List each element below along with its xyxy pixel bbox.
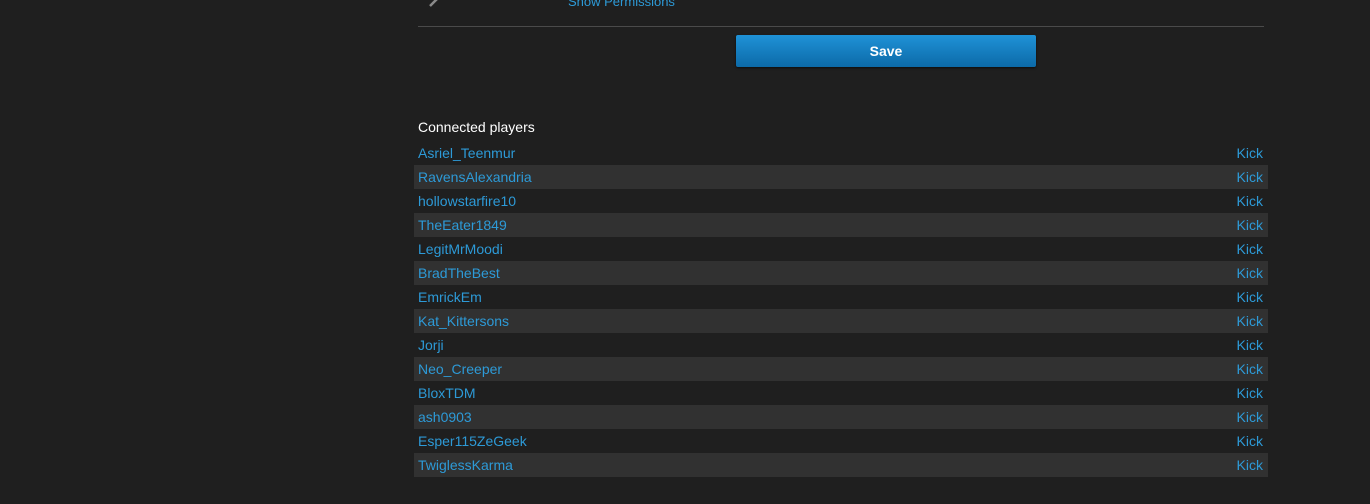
kick-player-link[interactable]: Kick [1237, 189, 1263, 213]
player-name-link[interactable]: ash0903 [418, 405, 472, 429]
player-row: TheEater1849 Kick [414, 213, 1268, 237]
kick-player-link[interactable]: Kick [1237, 333, 1263, 357]
player-row: LegitMrMoodi Kick [414, 237, 1268, 261]
player-name-link[interactable]: Esper115ZeGeek [418, 429, 527, 453]
player-name-link[interactable]: Kat_Kittersons [418, 309, 509, 333]
kick-player-link[interactable]: Kick [1237, 237, 1263, 261]
kick-player-link[interactable]: Kick [1237, 381, 1263, 405]
player-name-link[interactable]: BloxTDM [418, 381, 476, 405]
player-name-link[interactable]: Asriel_Teenmur [418, 141, 515, 165]
kick-player-link[interactable]: Kick [1237, 141, 1263, 165]
player-row: Jorji Kick [414, 333, 1268, 357]
player-name-link[interactable]: BradTheBest [418, 261, 500, 285]
player-row: hollowstarfire10 Kick [414, 189, 1268, 213]
chevron-right-icon[interactable] [426, 0, 440, 8]
player-name-link[interactable]: Neo_Creeper [418, 357, 502, 381]
player-name-link[interactable]: LegitMrMoodi [418, 237, 503, 261]
save-button[interactable]: Save [736, 35, 1036, 67]
divider [418, 26, 1264, 27]
player-name-link[interactable]: TheEater1849 [418, 213, 507, 237]
player-name-link[interactable]: TwiglessKarma [418, 453, 513, 477]
kick-player-link[interactable]: Kick [1237, 309, 1263, 333]
player-row: TwiglessKarma Kick [414, 453, 1268, 477]
player-row: BradTheBest Kick [414, 261, 1268, 285]
show-permissions-link[interactable]: Show Permissions [568, 0, 675, 13]
player-row: Esper115ZeGeek Kick [414, 429, 1268, 453]
kick-player-link[interactable]: Kick [1237, 285, 1263, 309]
player-name-link[interactable]: Jorji [418, 333, 444, 357]
player-row: Kat_Kittersons Kick [414, 309, 1268, 333]
kick-player-link[interactable]: Kick [1237, 405, 1263, 429]
player-row: Neo_Creeper Kick [414, 357, 1268, 381]
connected-players-title: Connected players [418, 119, 535, 135]
connected-players-list: Asriel_Teenmur Kick RavensAlexandria Kick ho… [414, 141, 1268, 477]
player-row: Asriel_Teenmur Kick [414, 141, 1268, 165]
kick-player-link[interactable]: Kick [1237, 453, 1263, 477]
player-name-link[interactable]: hollowstarfire10 [418, 189, 516, 213]
kick-player-link[interactable]: Kick [1237, 165, 1263, 189]
kick-player-link[interactable]: Kick [1237, 357, 1263, 381]
player-name-link[interactable]: EmrickEm [418, 285, 482, 309]
kick-player-link[interactable]: Kick [1237, 213, 1263, 237]
player-row: EmrickEm Kick [414, 285, 1268, 309]
kick-player-link[interactable]: Kick [1237, 429, 1263, 453]
permissions-row: Show Permissions [418, 0, 1264, 13]
player-row: ash0903 Kick [414, 405, 1268, 429]
player-row: RavensAlexandria Kick [414, 165, 1268, 189]
kick-player-link[interactable]: Kick [1237, 261, 1263, 285]
player-row: BloxTDM Kick [414, 381, 1268, 405]
player-name-link[interactable]: RavensAlexandria [418, 165, 532, 189]
server-settings-page: Show Permissions Save Connected players … [0, 0, 1370, 504]
